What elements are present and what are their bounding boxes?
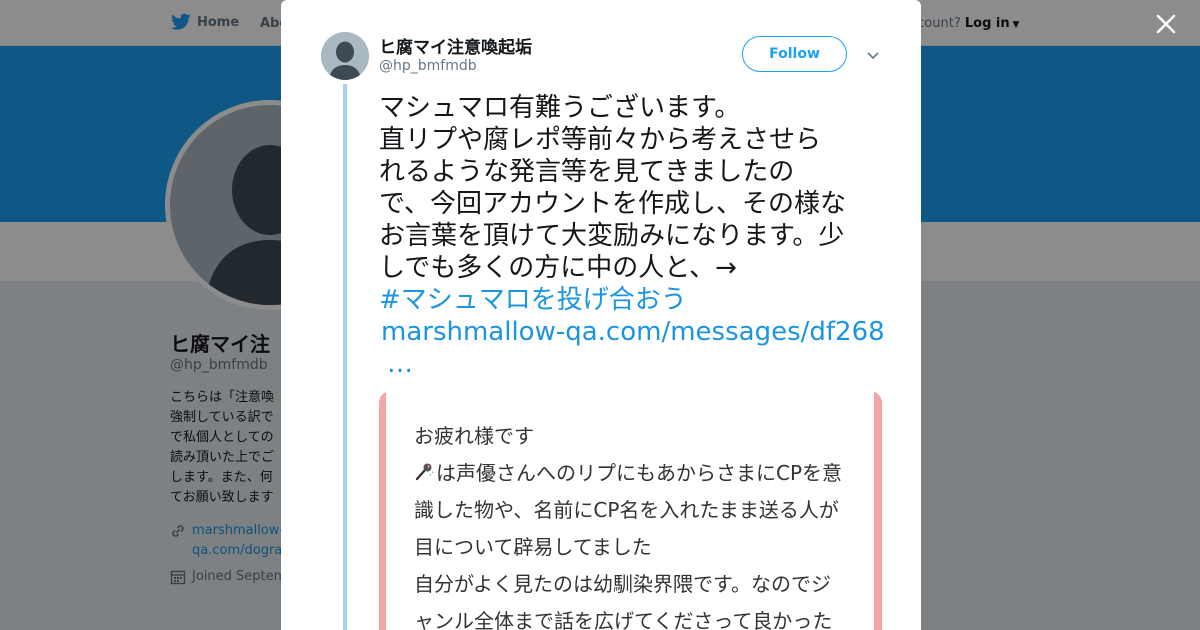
- default-avatar-icon: [321, 32, 369, 80]
- card-line-with-icon: は声優さんへのリプにもあからさまにCPを意: [414, 455, 864, 492]
- tweet-text: マシュマロ有難うございます。 直リプや腐レポ等前々から考えさせら れるような発言…: [379, 92, 889, 380]
- author-avatar[interactable]: [321, 32, 369, 80]
- author-name[interactable]: ヒ腐マイ注意喚起垢: [379, 33, 532, 58]
- card-line: ャンル全体まで話を広げてくださって良かった: [414, 609, 833, 630]
- card-line: 識した物や、名前にCP名を入れたまま送る人が: [414, 498, 839, 522]
- tweet-line: れるような発言等を見てきましたの: [379, 157, 795, 187]
- follow-button[interactable]: Follow: [742, 36, 847, 72]
- tweet-line: で、今回アカウントを作成し、その様な: [379, 189, 846, 219]
- thread-line: [343, 84, 347, 630]
- microphone-icon: [415, 463, 434, 481]
- card-line: 目について辟易してました: [414, 535, 652, 559]
- tweet-line: しでも多くの方に中の人と、→: [379, 253, 737, 283]
- card-body: お疲れ様です は声優さんへのリプにもあからさまにCPを意 識した物や、名前にCP…: [386, 391, 874, 630]
- card-line: 自分がよく見たのは幼馴染界隈です。なのでジ: [414, 572, 831, 596]
- tweet-modal: ヒ腐マイ注意喚起垢 @hp_bmfmdb Follow マシュマロ有難うございま…: [281, 0, 921, 630]
- card-line: は声優さんへのリプにもあからさまにCPを意: [436, 461, 843, 485]
- attached-image-card[interactable]: お疲れ様です は声優さんへのリプにもあからさまにCPを意 識した物や、名前にCP…: [379, 391, 882, 630]
- tweet-line: お言葉を頂けて大変励みになります。少: [379, 221, 845, 251]
- author-handle[interactable]: @hp_bmfmdb: [379, 58, 477, 74]
- tweet-line: マシュマロ有難うございます。: [379, 93, 741, 123]
- card-text: お疲れ様です は声優さんへのリプにもあからさまにCPを意 識した物や、名前にCP…: [414, 418, 864, 630]
- tweet-line: 直リプや腐レポ等前々から考えさせら: [379, 125, 822, 155]
- tweet-url-link[interactable]: marshmallow-qa.com/messages/df268: [379, 316, 889, 348]
- chevron-down-icon[interactable]: [865, 47, 881, 63]
- card-line: お疲れ様です: [414, 424, 534, 448]
- url-ellipsis[interactable]: …: [379, 348, 889, 380]
- close-icon[interactable]: [1152, 10, 1180, 38]
- hashtag-link[interactable]: #マシュマロを投げ合おう: [379, 284, 889, 316]
